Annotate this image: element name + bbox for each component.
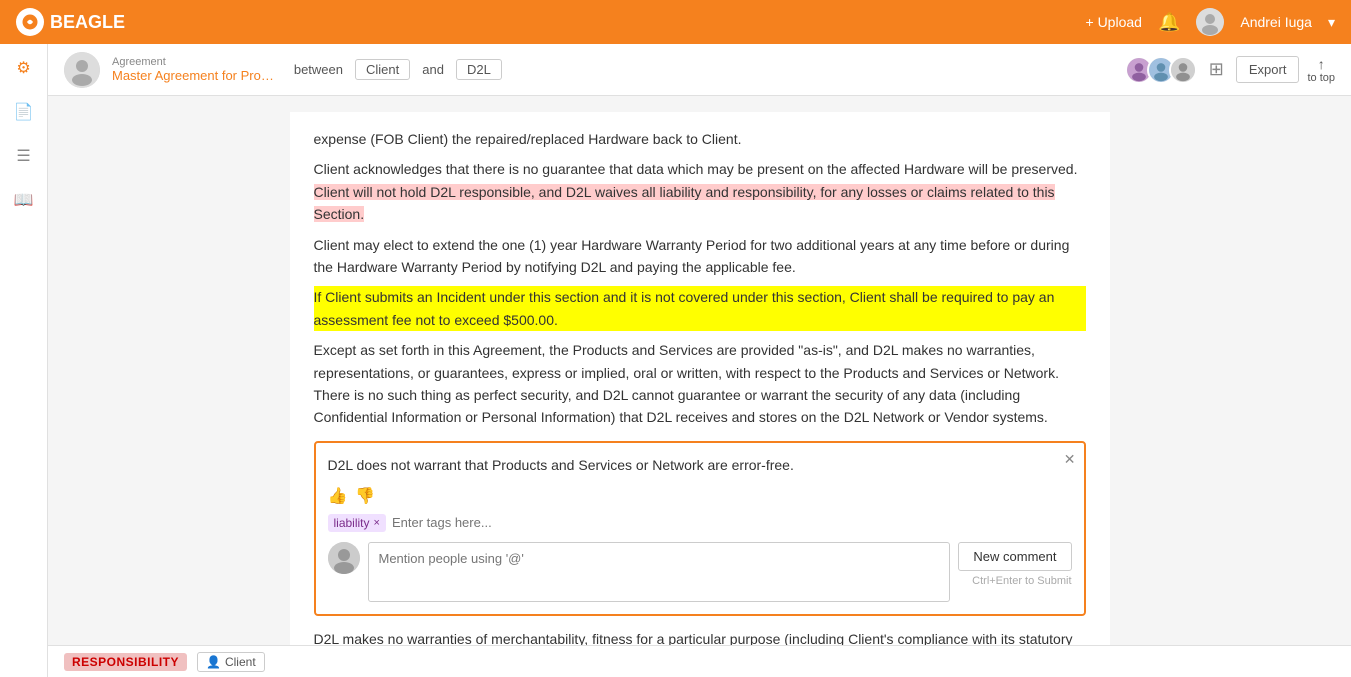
doc-label: Agreement [112,56,274,68]
responsibility-tag: RESPONSIBILITY [64,653,187,671]
paragraph-2: Client acknowledges that there is no gua… [314,158,1086,225]
grid-view-icon[interactable]: ⊞ [1205,55,1228,84]
export-button[interactable]: Export [1236,56,1300,83]
sidebar-item-list[interactable]: ☰ [12,144,36,168]
highlight-pink-1: Client will not hold D2L responsible, an… [314,184,1055,222]
comment-box: ✕ D2L does not warrant that Products and… [314,441,1086,616]
navbar-right: + Upload 🔔 Andrei Iuga ▾ [1086,8,1336,36]
comment-btn-col: New comment Ctrl+Enter to Submit [958,542,1071,587]
navbar: BEAGLE + Upload 🔔 Andrei Iuga ▾ [0,0,1351,44]
tag-liability: liability × [328,514,386,532]
sub-header-right: ⊞ Export ↑ to top [1125,55,1335,84]
doc-title[interactable]: Master Agreement for Pro… [112,68,274,83]
shortcut-hint: Ctrl+Enter to Submit [972,575,1071,587]
doc-info: Agreement Master Agreement for Pro… [112,56,274,83]
collaborator-avatar-3 [1169,56,1197,84]
dropdown-arrow-icon[interactable]: ▾ [1328,14,1335,31]
close-comment-icon[interactable]: ✕ [1064,451,1076,468]
main-content: expense (FOB Client) the repaired/replac… [48,96,1351,677]
to-top-label: to top [1307,72,1335,84]
upload-button[interactable]: + Upload [1086,14,1142,30]
logo-text: BEAGLE [50,12,125,33]
person-icon: 👤 [206,655,221,669]
comment-textarea[interactable] [368,542,951,602]
between-label: between [294,62,343,77]
tag-label: liability [334,516,370,530]
thumbs-up-button[interactable]: 👍 [328,486,348,506]
to-top-button[interactable]: ↑ to top [1307,56,1335,84]
sub-header: Agreement Master Agreement for Pro… betw… [48,44,1351,96]
reaction-row: 👍 👎 [328,486,1072,506]
to-top-arrow-icon: ↑ [1318,56,1325,72]
sidebar-item-settings[interactable]: ⚙ [12,56,36,80]
sidebar: ⚙ 📄 ☰ 📖 [0,44,48,677]
and-label: and [422,62,444,77]
doc-avatar [64,52,100,88]
content-inner: expense (FOB Client) the repaired/replac… [290,112,1110,677]
comment-input-row: New comment Ctrl+Enter to Submit [328,542,1072,602]
new-comment-button[interactable]: New comment [958,542,1071,571]
avatar [1196,8,1224,36]
sidebar-item-document[interactable]: 📄 [12,100,36,124]
user-name: Andrei Iuga [1240,14,1312,30]
client-tag: 👤 Client [197,652,265,672]
bottom-bar: RESPONSIBILITY 👤 Client [48,645,1351,677]
tag-input[interactable] [392,515,1072,530]
party2-badge[interactable]: D2L [456,59,502,80]
comment-highlighted-text: D2L does not warrant that Products and S… [328,455,1072,476]
navbar-left: BEAGLE [16,8,125,36]
avatar-group [1125,56,1197,84]
party1-badge[interactable]: Client [355,59,410,80]
paragraph-4: If Client submits an Incident under this… [314,286,1086,331]
paragraph-5: Except as set forth in this Agreement, t… [314,339,1086,429]
bell-icon[interactable]: 🔔 [1158,12,1180,33]
tags-row: liability × [328,514,1072,532]
paragraph-3: Client may elect to extend the one (1) y… [314,234,1086,279]
tag-close-icon[interactable]: × [374,517,380,529]
thumbs-down-button[interactable]: 👎 [355,486,375,506]
commenter-avatar [328,542,360,574]
sidebar-item-book[interactable]: 📖 [12,188,36,212]
client-label: Client [225,655,256,669]
paragraph-1: expense (FOB Client) the repaired/replac… [314,128,1086,150]
logo: BEAGLE [16,8,125,36]
logo-icon [16,8,44,36]
